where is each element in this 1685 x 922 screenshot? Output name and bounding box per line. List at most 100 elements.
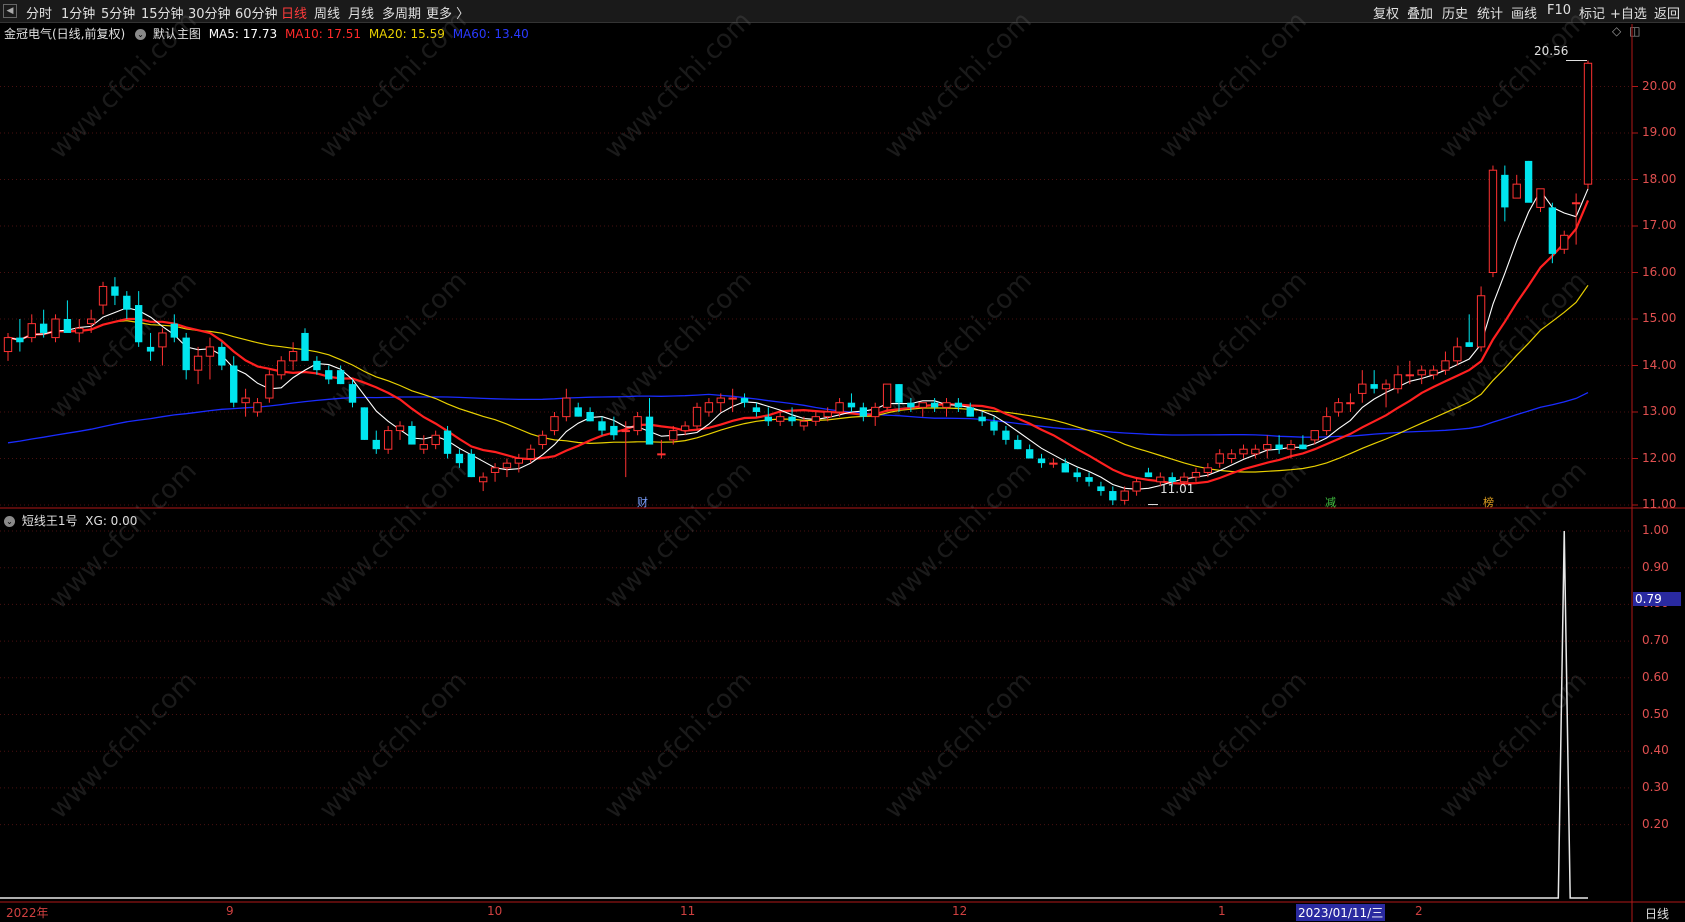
candle-down[interactable] — [859, 407, 868, 417]
candle-down[interactable] — [978, 416, 986, 422]
candle-down[interactable] — [455, 453, 464, 464]
candle-down[interactable] — [645, 416, 654, 445]
candle-down[interactable] — [1370, 384, 1378, 389]
candle-up[interactable] — [431, 434, 440, 446]
candle-down[interactable] — [336, 370, 345, 385]
candle-down[interactable] — [467, 453, 475, 478]
candle-up[interactable] — [383, 430, 393, 450]
candle-up[interactable] — [86, 318, 96, 325]
event-mark-reduce[interactable]: 减 — [1325, 494, 1336, 510]
candle-up[interactable] — [193, 355, 203, 371]
candle-up[interactable] — [288, 351, 298, 362]
candle-up[interactable] — [1286, 444, 1296, 450]
candle-down[interactable] — [16, 337, 24, 343]
candle-up[interactable] — [775, 416, 785, 422]
candle-up[interactable] — [1227, 453, 1236, 460]
candle-up[interactable] — [1310, 430, 1319, 441]
candle-up[interactable] — [871, 406, 880, 418]
candle-up[interactable] — [75, 327, 84, 334]
candle-down[interactable] — [586, 412, 594, 422]
candle-up[interactable] — [1191, 471, 1201, 478]
candle-down[interactable] — [1501, 174, 1509, 208]
candle-up[interactable] — [704, 402, 714, 413]
candle-up[interactable] — [621, 430, 630, 433]
candle-up[interactable] — [1239, 448, 1248, 455]
candle-down[interactable] — [907, 402, 915, 408]
candle-down[interactable] — [752, 407, 761, 412]
candle-up[interactable] — [1441, 360, 1450, 371]
candle-down[interactable] — [182, 337, 190, 371]
candle-down[interactable] — [895, 384, 903, 403]
candle-up[interactable] — [1334, 402, 1343, 413]
candle-down[interactable] — [990, 421, 998, 431]
candle-down[interactable] — [1144, 472, 1153, 478]
candle-up[interactable] — [1381, 383, 1391, 390]
candle-up[interactable] — [1132, 481, 1141, 492]
candle-down[interactable] — [1299, 444, 1307, 450]
candle-down[interactable] — [230, 365, 238, 403]
candle-down[interactable] — [1002, 430, 1010, 440]
candle-up[interactable] — [1512, 183, 1521, 199]
candle-up[interactable] — [241, 397, 250, 404]
candle-up[interactable] — [253, 402, 262, 413]
candle-up[interactable] — [550, 416, 559, 432]
candle-down[interactable] — [218, 346, 226, 366]
candle-up[interactable] — [395, 425, 405, 432]
candle-down[interactable] — [123, 295, 131, 310]
candle-down[interactable] — [301, 332, 309, 361]
candle-up[interactable] — [502, 462, 512, 469]
candle-up[interactable] — [1120, 490, 1129, 501]
candle-down[interactable] — [966, 407, 974, 417]
candle-up[interactable] — [716, 397, 725, 404]
candle-down[interactable] — [1025, 449, 1034, 459]
candle-up[interactable] — [514, 458, 524, 464]
candle-down[interactable] — [740, 398, 749, 403]
candle-up[interactable] — [1049, 462, 1058, 465]
candle-up[interactable] — [27, 323, 36, 339]
candle-up[interactable] — [1358, 383, 1367, 394]
candle-up[interactable] — [526, 448, 535, 460]
candle-up[interactable] — [1536, 188, 1545, 208]
candle-up[interactable] — [1203, 467, 1213, 473]
candle-up[interactable] — [1215, 453, 1224, 464]
candle-up[interactable] — [1583, 62, 1593, 185]
candle-up[interactable] — [692, 406, 702, 427]
candle-down[interactable] — [598, 421, 606, 431]
candle-up[interactable] — [811, 416, 821, 422]
candle-up[interactable] — [657, 453, 666, 456]
candle-down[interactable] — [39, 323, 48, 333]
candle-up[interactable] — [490, 467, 500, 473]
candle-down[interactable] — [372, 439, 380, 450]
candle-down[interactable] — [408, 425, 416, 445]
candle-up[interactable] — [205, 346, 215, 357]
candle-down[interactable] — [574, 407, 582, 417]
candle-up[interactable] — [942, 402, 951, 408]
candle-down[interactable] — [1014, 439, 1022, 450]
candle-up[interactable] — [3, 337, 13, 353]
candle-up[interactable] — [1251, 448, 1260, 455]
candle-down[interactable] — [146, 346, 155, 352]
candle-up[interactable] — [265, 374, 274, 399]
candle-down[interactable] — [954, 402, 963, 408]
candle-down[interactable] — [1073, 472, 1081, 478]
candle-up[interactable] — [1488, 169, 1498, 273]
candle-down[interactable] — [1524, 160, 1533, 203]
candle-up[interactable] — [799, 420, 809, 427]
candle-up[interactable] — [1476, 295, 1486, 348]
candle-up[interactable] — [669, 430, 678, 441]
candle-up[interactable] — [835, 402, 844, 413]
candle-down[interactable] — [313, 360, 321, 371]
candle-up[interactable] — [1417, 369, 1426, 376]
candle-down[interactable] — [1548, 207, 1557, 254]
candle-down[interactable] — [1275, 444, 1283, 450]
candle-down[interactable] — [1465, 342, 1473, 347]
candle-down[interactable] — [325, 370, 333, 380]
candle-down[interactable] — [1085, 477, 1093, 482]
candle-up[interactable] — [1453, 346, 1462, 362]
candle-up[interactable] — [1322, 416, 1331, 432]
candle-up[interactable] — [918, 402, 927, 408]
candle-down[interactable] — [764, 416, 772, 422]
candle-up[interactable] — [562, 397, 571, 418]
event-mark-finance[interactable]: 财 — [637, 494, 648, 510]
candle-down[interactable] — [930, 402, 939, 408]
